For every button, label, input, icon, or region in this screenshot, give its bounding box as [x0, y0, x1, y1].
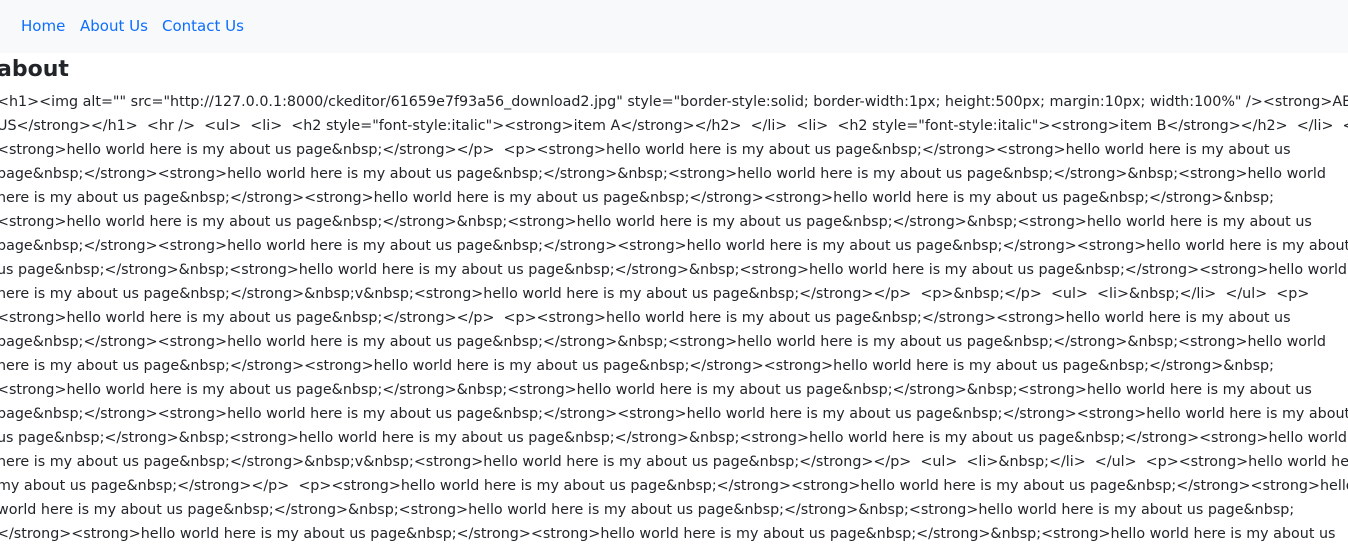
body-text-line: page&nbsp;</strong><strong>hello world h… — [0, 406, 1348, 422]
page-title: about — [0, 57, 69, 82]
body-text-line: here is my about us page&nbsp;</strong><… — [0, 358, 1274, 374]
nav-link-contact-us[interactable]: Contact Us — [162, 16, 244, 36]
body-text-line: page&nbsp;</strong><strong>hello world h… — [0, 238, 1348, 254]
body-text-line: us page&nbsp;</strong>&nbsp;<strong>hell… — [0, 430, 1347, 446]
body-text-line: <strong>hello world here is my about us … — [0, 310, 1291, 326]
body-text-line: <strong>hello world here is my about us … — [0, 142, 1291, 158]
body-text-line: here is my about us page&nbsp;</strong>&… — [0, 286, 1310, 302]
body-text-line: page&nbsp;</strong><strong>hello world h… — [0, 166, 1326, 182]
body-text-line: US</strong></h1> <hr /> <ul> <li> <h2 st… — [0, 118, 1348, 134]
body-text-line: my about us page&nbsp;</strong></p> <p><… — [0, 478, 1348, 494]
nav-link-about-us[interactable]: About Us — [80, 16, 148, 36]
body-text-line: <strong>hello world here is my about us … — [0, 214, 1312, 230]
body-text-line: <strong>hello world here is my about us … — [0, 382, 1312, 398]
body-text-line: here is my about us page&nbsp;</strong><… — [0, 190, 1274, 206]
body-text-line: page&nbsp;</strong><strong>hello world h… — [0, 334, 1326, 350]
body-text-line: here is my about us page&nbsp;</strong>&… — [0, 454, 1348, 470]
page-body-text: <h1><img alt="" src="http://127.0.0.1:80… — [0, 90, 1348, 546]
body-text-line: world here is my about us page&nbsp;</st… — [0, 502, 1295, 518]
nav-link-home[interactable]: Home — [21, 16, 65, 36]
body-text-line: <h1><img alt="" src="http://127.0.0.1:80… — [0, 94, 1348, 110]
body-text-line: </strong><strong>hello world here is my … — [0, 526, 1336, 542]
top-navbar: Home About Us Contact Us — [0, 0, 1348, 53]
body-text-line: us page&nbsp;</strong>&nbsp;<strong>hell… — [0, 262, 1347, 278]
